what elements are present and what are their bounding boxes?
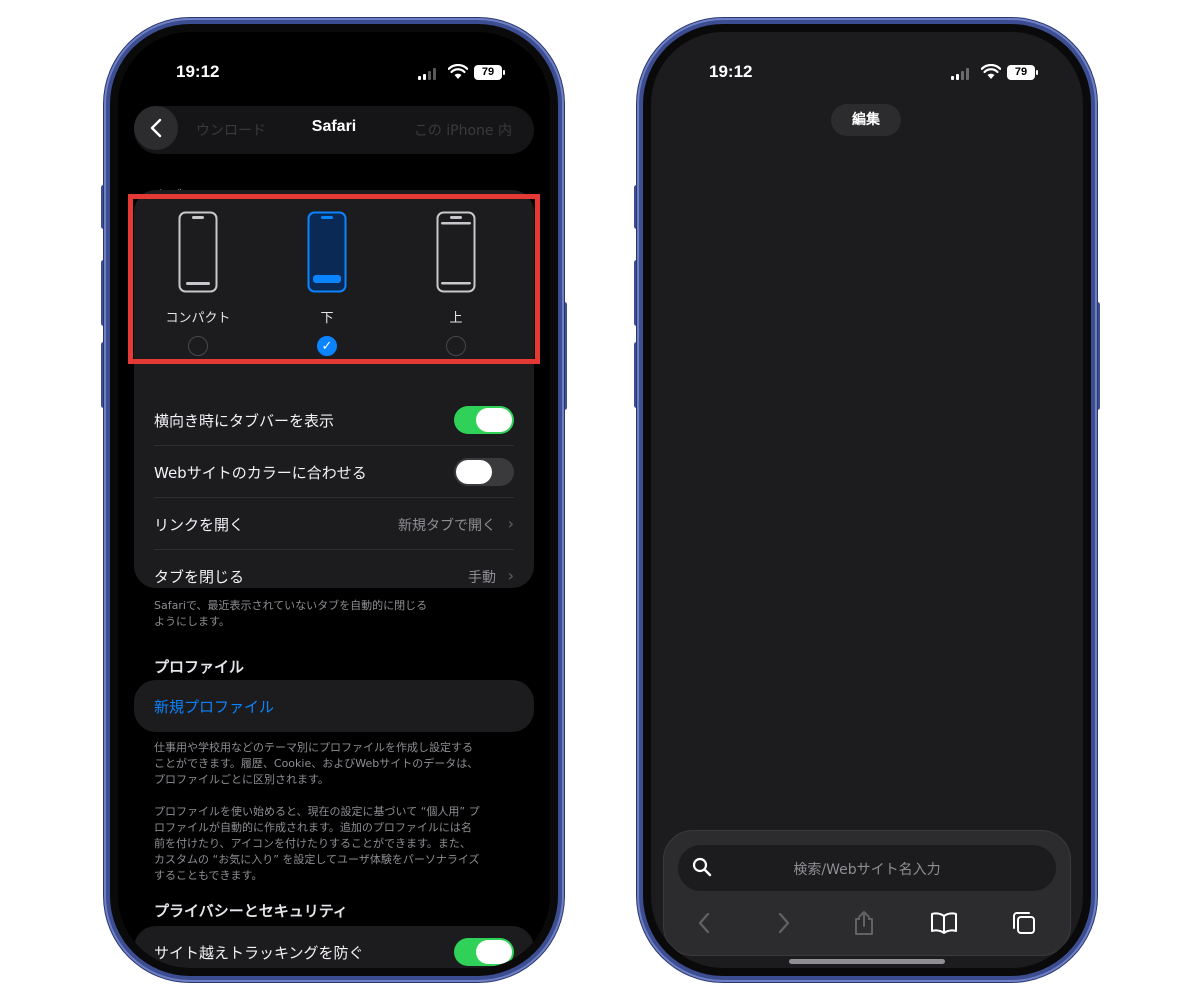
landscape-tabbar-label: 横向き時にタブバーを表示 [154,412,335,430]
wifi-icon [448,64,468,79]
website-color-label: Webサイトのカラーに合わせる [154,464,367,482]
tab-layout-compact-label: コンパクト [165,311,231,326]
chevron-right-icon: › [507,514,514,533]
chevron-right-icon [778,912,790,934]
share-button[interactable] [850,909,878,937]
cross-site-tracking-row[interactable]: サイト越えトラッキングを防ぐ [154,926,514,968]
privacy-group: サイト越えトラッキングを防ぐ [134,926,534,968]
checkmark-icon: ✓ [321,338,333,354]
close-tabs-value: 手動 [468,570,496,586]
new-profile-link[interactable]: 新規プロファイル [154,696,274,717]
website-color-toggle[interactable] [454,458,514,486]
tab-layout-bottom-radio[interactable]: ✓ [317,336,337,356]
search-input[interactable]: 検索/Webサイト名入力 [678,845,1056,891]
forward-button[interactable] [770,909,798,937]
edit-button[interactable]: 編集 [831,104,901,136]
wifi-icon [981,64,1001,79]
phone-bottom-layout-icon [307,211,347,293]
battery-indicator: 79 [474,65,505,80]
website-color-row[interactable]: Webサイトのカラーに合わせる [154,446,514,498]
right-phone-frame: 19:12 79 編集 検索/Webサイト名入力 [637,18,1097,982]
chevron-right-icon: › [507,566,514,585]
profile-note: 仕事用や学校用などのテーマ別にプロファイルを作成し設定する ことができます。履歴… [154,741,480,882]
nav-bar: ウンロード この iPhone 内 Safari [118,102,550,154]
cellular-signal-icon [951,68,971,80]
tab-layout-compact-radio[interactable] [188,336,208,356]
phone-compact-layout-icon [178,211,218,293]
close-tabs-row[interactable]: タブを閉じる 手動 › [154,550,514,602]
cellular-signal-icon [418,68,438,80]
status-time: 19:12 [709,62,753,81]
home-indicator [789,959,945,964]
tab-layout-chooser: コンパクト 下 ✓ 上 [128,194,540,364]
tab-layout-bottom[interactable]: 下 ✓ [272,211,382,356]
share-icon [855,911,873,935]
status-bar: 19:12 79 [651,62,1083,86]
privacy-section-header: プライバシーとセキュリティ [154,902,348,920]
page-title: Safari [311,118,357,135]
tabs-icon [1013,912,1035,934]
tab-layout-top-label: 上 [449,311,463,326]
bottom-tab-bar: 検索/Webサイト名入力 [663,830,1071,956]
book-icon [931,912,957,934]
back-button[interactable] [690,909,718,937]
cross-site-tracking-label: サイト越えトラッキングを防ぐ [154,944,364,962]
new-profile-row[interactable]: 新規プロファイル [154,680,514,732]
tab-layout-top-radio[interactable] [446,336,466,356]
safari-browser-screen: 19:12 79 編集 検索/Webサイト名入力 [651,32,1083,968]
left-phone-frame: 19:12 79 ウンロード この iPhone 内 Safari タブ 横向き… [104,18,564,982]
close-tabs-label: タブを閉じる [154,568,245,586]
battery-indicator: 79 [1007,65,1038,80]
search-placeholder: 検索/Webサイト名入力 [793,862,941,878]
tab-layout-compact[interactable]: コンパクト [143,211,253,356]
phone-top-layout-icon [436,211,476,293]
open-links-label: リンクを開く [154,516,245,534]
open-links-row[interactable]: リンクを開く 新規タブで開く › [154,498,514,550]
landscape-tabbar-row[interactable]: 横向き時にタブバーを表示 [154,394,514,446]
tab-layout-bottom-label: 下 [320,311,334,326]
open-links-value: 新規タブで開く [398,518,496,534]
close-tabs-note: Safariで、最近表示されていないタブを自動的に閉じる ようにします。 [154,599,428,628]
tabs-button[interactable] [1010,909,1038,937]
status-bar: 19:12 79 [118,62,550,86]
safari-settings-screen: 19:12 79 ウンロード この iPhone 内 Safari タブ 横向き… [118,32,550,968]
tab-layout-top[interactable]: 上 [401,211,511,356]
profile-section-header: プロファイル [154,658,245,676]
profile-group: 新規プロファイル [134,680,534,732]
bookmarks-button[interactable] [930,909,958,937]
status-time: 19:12 [176,62,220,81]
cross-site-tracking-toggle[interactable] [454,938,514,966]
chevron-left-icon [698,912,710,934]
landscape-tabbar-toggle[interactable] [454,406,514,434]
